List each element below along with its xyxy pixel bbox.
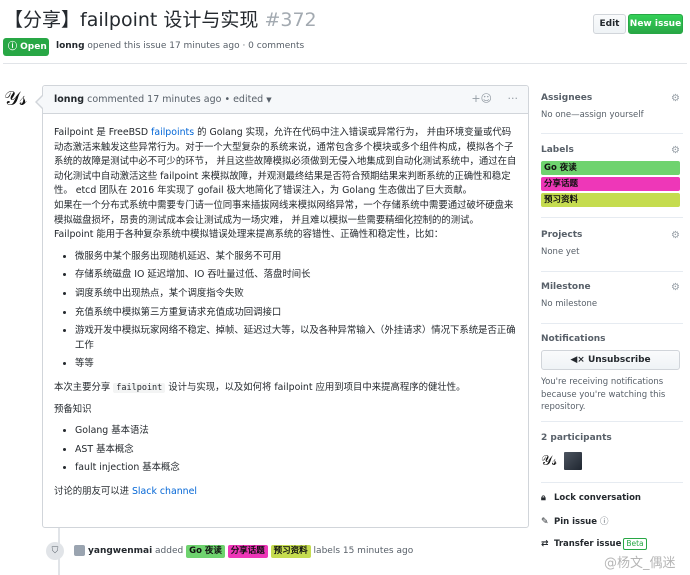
comment-author-line: lonng commented 17 minutes ago • edited … bbox=[54, 94, 272, 105]
milestone-value: No milestone bbox=[541, 299, 598, 309]
edited-dropdown[interactable]: • edited bbox=[224, 94, 263, 105]
edit-button[interactable]: Edit bbox=[593, 14, 626, 34]
mute-icon: ◀× bbox=[570, 355, 585, 365]
milestone-section: Milestone ⚙ No milestone bbox=[541, 282, 683, 309]
paragraph-summary: 本次主要分享 failpoint 设计与实现，以及如何将 failpoint 应… bbox=[54, 381, 466, 393]
failpoints-link[interactable]: failpoints bbox=[151, 127, 194, 138]
sidebar-divider bbox=[541, 217, 683, 218]
tag-icon: ⛉ bbox=[46, 542, 64, 560]
kebab-icon[interactable]: ··· bbox=[508, 92, 519, 105]
sidebar-divider bbox=[541, 421, 683, 422]
author-link[interactable]: lonng bbox=[56, 41, 85, 51]
avatar[interactable]: 𝒴𝓈 bbox=[4, 85, 30, 111]
comment-author[interactable]: lonng bbox=[54, 94, 84, 105]
list-item: 游戏开发中模拟玩家网络不稳定、掉帧、延迟过大等，以及各种异常输入（外挂请求）情况… bbox=[75, 324, 517, 353]
watermark: @杨文_偶迷 bbox=[604, 556, 676, 571]
inline-code: failpoint bbox=[113, 382, 166, 393]
issue-meta-text: lonng opened this issue 17 minutes ago ·… bbox=[56, 41, 305, 51]
list-item: fault injection 基本概念 bbox=[75, 461, 517, 476]
unsubscribe-button[interactable]: ◀× Unsubscribe bbox=[541, 350, 680, 370]
gear-icon[interactable]: ⚙ bbox=[671, 230, 680, 241]
event-avatar[interactable] bbox=[74, 545, 85, 556]
label-event: ⛉ yangwenmai added Go 夜读 分享话题 预习资料 label… bbox=[46, 540, 526, 562]
label-preview-material[interactable]: 预习资料 bbox=[270, 545, 311, 558]
issue-title: 【分享】failpoint 设计与实现 #372 bbox=[4, 6, 317, 34]
comment-body: Failpoint 是 FreeBSD failpoints 的 Golang … bbox=[43, 114, 528, 499]
transfer-issue[interactable]: ⇄ Transfer issue Beta bbox=[541, 538, 683, 550]
label-share-topic[interactable]: 分享话题 bbox=[541, 177, 680, 191]
slack-channel-link[interactable]: Slack channel bbox=[132, 486, 197, 497]
labels-section: Labels ⚙ Go 夜读 分享话题 预习资料 bbox=[541, 145, 683, 207]
sidebar-divider bbox=[541, 323, 683, 324]
list-item: 微服务中某个服务出现随机延迟、某个服务不可用 bbox=[75, 250, 517, 265]
issue-header: 【分享】failpoint 设计与实现 #372 Edit New issue bbox=[4, 6, 686, 36]
gear-icon[interactable]: ⚙ bbox=[671, 145, 680, 156]
projects-value: None yet bbox=[541, 247, 580, 257]
notifications-section: Notifications ◀× Unsubscribe You're rece… bbox=[541, 334, 683, 414]
participants-title: 2 participants bbox=[541, 433, 612, 443]
participants-section: 2 participants 𝒴𝓈 bbox=[541, 433, 683, 470]
label-go-yedu[interactable]: Go 夜读 bbox=[186, 545, 225, 558]
list-item: AST 基本概念 bbox=[75, 443, 517, 458]
projects-title: Projects bbox=[541, 230, 583, 240]
label-go-yedu[interactable]: Go 夜读 bbox=[541, 161, 680, 175]
beta-badge: Beta bbox=[623, 538, 647, 550]
assign-yourself-link[interactable]: No one—assign yourself bbox=[541, 110, 683, 120]
issue-title-text: 【分享】failpoint 设计与实现 bbox=[4, 9, 259, 31]
sidebar-divider bbox=[541, 482, 683, 483]
label-share-topic[interactable]: 分享话题 bbox=[227, 545, 268, 558]
list-item: 存储系统磁盘 IO 延迟增加、IO 吞吐量过低、落盘时间长 bbox=[75, 268, 517, 283]
participant-avatar[interactable]: 𝒴𝓈 bbox=[541, 452, 559, 470]
list-item: 调度系统中出现热点，某个调度指令失败 bbox=[75, 287, 517, 302]
paragraph-footer: 讨论的朋友可以进 Slack channel bbox=[54, 485, 197, 497]
lock-conversation[interactable]: 🔒︎ Lock conversation bbox=[541, 493, 683, 503]
issue-comment: lonng commented 17 minutes ago • edited … bbox=[35, 85, 529, 528]
assignees-title: Assignees bbox=[541, 93, 593, 103]
label-preview-material[interactable]: 预习资料 bbox=[541, 193, 680, 207]
use-case-list: 微服务中某个服务出现随机延迟、某个服务不可用 存储系统磁盘 IO 延迟增加、IO… bbox=[54, 250, 517, 372]
event-text: yangwenmai added Go 夜读 分享话题 预习资料 labels … bbox=[88, 545, 414, 558]
status-badge: ⓘ Open bbox=[3, 38, 49, 56]
prereq-heading: 预备知识 bbox=[54, 403, 92, 415]
projects-section: Projects ⚙ None yet bbox=[541, 230, 683, 257]
list-item: 充值系统中模拟第三方重复请求充值成功回调接口 bbox=[75, 306, 517, 321]
list-item: Golang 基本语法 bbox=[75, 424, 517, 439]
gear-icon[interactable]: ⚙ bbox=[671, 93, 680, 104]
header-divider bbox=[3, 63, 687, 64]
labels-title: Labels bbox=[541, 145, 574, 155]
paragraph-use-cases: 如果在一个分布式系统中需要专门请一位同事来插拔网线来模拟网络异常，一个存储系统中… bbox=[54, 199, 514, 241]
notifications-note: You're receiving notifications because y… bbox=[541, 377, 666, 412]
milestone-title: Milestone bbox=[541, 282, 591, 292]
lock-icon: 🔒︎ bbox=[541, 493, 546, 503]
assignees-section: Assignees ⚙ No one—assign yourself bbox=[541, 93, 683, 120]
sidebar-divider bbox=[541, 271, 683, 272]
gear-icon[interactable]: ⚙ bbox=[671, 282, 680, 293]
prereq-list: Golang 基本语法 AST 基本概念 fault injection 基本概… bbox=[54, 424, 517, 476]
sidebar-divider bbox=[541, 133, 683, 134]
info-icon[interactable]: ⓘ bbox=[600, 517, 609, 527]
list-item: 等等 bbox=[75, 357, 517, 372]
comment-actions: +☺ ··· bbox=[459, 92, 518, 105]
participant-avatar[interactable] bbox=[564, 452, 583, 470]
issue-opened-icon: ⓘ bbox=[8, 42, 18, 52]
smiley-icon[interactable]: +☺ bbox=[471, 92, 492, 105]
paragraph-intro: Failpoint 是 FreeBSD failpoints 的 Golang … bbox=[54, 127, 517, 197]
comment-header: lonng commented 17 minutes ago • edited … bbox=[43, 86, 528, 114]
issue-number: #372 bbox=[264, 9, 317, 31]
chevron-down-icon[interactable]: ▼ bbox=[266, 96, 271, 104]
event-actor[interactable]: yangwenmai bbox=[88, 546, 152, 556]
notifications-title: Notifications bbox=[541, 334, 606, 344]
transfer-icon: ⇄ bbox=[541, 539, 549, 549]
pin-issue[interactable]: ✎ Pin issue ⓘ bbox=[541, 515, 683, 527]
new-issue-button[interactable]: New issue bbox=[628, 14, 683, 34]
pin-icon: ✎ bbox=[541, 517, 549, 527]
